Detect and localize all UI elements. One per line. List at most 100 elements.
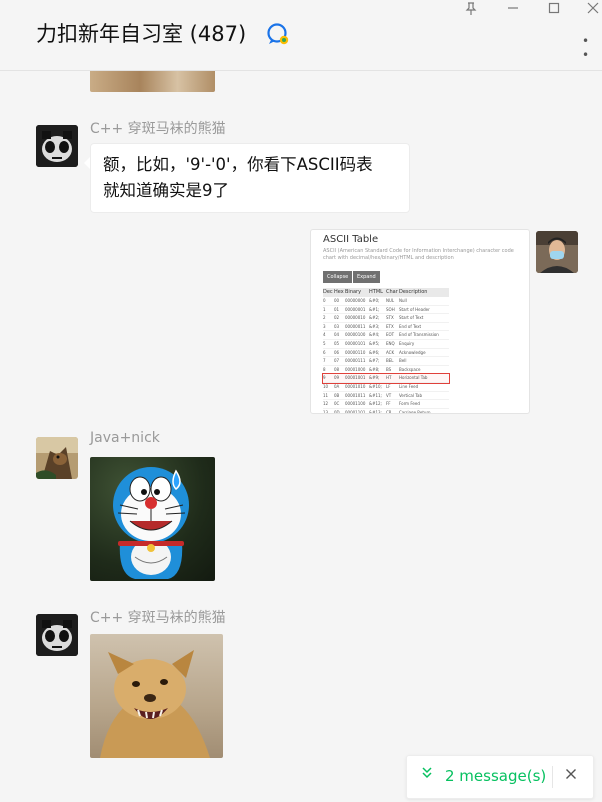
ascii-table-cell: 9 [323,375,326,381]
doraemon-sweat-sticker[interactable] [90,457,215,581]
ascii-table-cell: 0A [334,383,340,389]
ascii-table-cell: 08 [334,366,340,372]
column-header: Hex [334,289,344,295]
ascii-table-cell: 00001000 [345,366,366,372]
ascii-table-row: 2 02 00000010 &#2; STX Start of Text [323,314,449,323]
divider [552,766,553,788]
ascii-table-cell: BEL [386,358,394,364]
ascii-table-cell: &#1; [369,306,380,312]
chat-title[interactable]: 力扣新年自习室 (487) [36,18,246,48]
ascii-table-cell: FF [386,401,391,407]
ascii-table-row: 12 0C 00001100 &#12; FF Form Feed [323,400,449,409]
ascii-table-header: DecHexBinary HTML CharDescription [323,288,449,297]
my-avatar[interactable] [536,231,578,273]
ascii-table-cell: 04 [334,332,340,338]
chat-header: 力扣新年自习室 (487) • • [0,0,602,71]
ascii-table-row: 5 05 00000101 &#5; ENQ Enquiry [323,340,449,349]
message-list[interactable]: C++ 穿斑马袜的熊猫 额，比如，'9'-'0'，你看下ASCII码表 就知道确… [0,71,602,802]
ascii-table-cell: 05 [334,340,340,346]
ascii-table-cell: 00000010 [345,315,366,321]
message-text-line: 额，比如，'9'-'0'，你看下ASCII码表 [103,155,373,174]
ascii-table-cell: 0 [323,298,326,303]
ascii-table-cell: 0C [334,401,340,407]
close-icon[interactable] [565,766,577,784]
ascii-table-cell: ETX [386,323,394,329]
ascii-table-cell: CR [386,409,392,414]
ascii-table-cell: Horizontal Tab [399,375,428,381]
ascii-table-cell: 13 [323,409,329,414]
ascii-table-cell: 00000111 [345,358,366,364]
ascii-table-cell: Carriage Return [399,409,431,414]
ascii-table-cell: 0D [334,409,340,414]
message-text-line: 就知道确实是9了 [103,181,229,200]
ascii-table-cell: 00000000 [345,298,366,303]
ascii-table-cell: Bell [399,358,407,364]
sender-name: Java+nick [90,430,160,446]
ascii-table-cell: Vertical Tab [399,392,423,398]
ascii-table-cell: BS [386,366,392,372]
ascii-table-cell: Start of Text [399,315,424,321]
pin-icon[interactable] [462,2,480,20]
ascii-table-cell: 4 [323,332,326,338]
ascii-table-cell: Enquiry [399,340,415,346]
ascii-table-cell: &#0; [369,298,380,303]
ascii-table-cell: ENQ [386,340,395,346]
new-messages-count[interactable]: 2 message(s) [445,767,546,785]
sender-name: C++ 穿斑马袜的熊猫 [90,610,226,626]
ascii-table-row: 8 08 00001000 &#8; BS Backspace [323,366,449,375]
ascii-table-cell: 00000100 [345,332,366,338]
ascii-table-cell: 2 [323,315,326,321]
text-message-bubble[interactable]: 额，比如，'9'-'0'，你看下ASCII码表 就知道确实是9了 [84,143,410,213]
ascii-table-cell: Backspace [399,366,421,372]
ascii-table-cell: 00000011 [345,323,366,329]
ascii-table-row: 1 01 00000001 &#1; SOH Start of Header [323,306,449,315]
more-dots-icon[interactable]: • • [582,34,602,62]
ascii-table-cell: 11 [323,392,329,398]
close-icon[interactable] [584,2,602,20]
new-messages-notification[interactable]: 2 message(s) [406,755,594,799]
column-header: Description [399,289,428,295]
ascii-table-cell: &#4; [369,332,380,338]
ascii-table-cell: &#6; [369,349,380,355]
ascii-table: DecHexBinary HTML CharDescription 0 00 00000… [322,288,450,414]
ascii-table-cell: 00001100 [345,401,366,407]
ascii-table-cell: Acknowledge [399,349,426,355]
ascii-table-cell: 00001010 [345,383,366,389]
ascii-table-cell: 7 [323,358,326,364]
ascii-table-cell: 0B [334,392,340,398]
ascii-table-cell: 10 [323,383,329,389]
ascii-table-cell: &#10; [369,383,382,389]
ascii-table-cell: &#13; [369,409,382,414]
avatar[interactable] [36,437,78,479]
ascii-table-cell: 5 [323,340,326,346]
ascii-table-cell: &#3; [369,323,380,329]
ascii-table-row: 11 0B 00001011 &#11; VT Vertical Tab [323,392,449,401]
ascii-table-cell: &#7; [369,358,380,364]
column-header: Char [386,289,398,295]
ascii-table-cell: Null [399,298,407,303]
ascii-table-row: 9 09 00001001 &#9; HT Horizontal Tab [322,373,450,384]
double-down-arrow-icon[interactable] [421,766,433,784]
ascii-table-cell: 3 [323,323,326,329]
ascii-table-image[interactable]: ASCII Table ASCII (American Standard Cod… [310,229,530,414]
group-chat-icon[interactable] [265,21,291,47]
collapse-button: Collapse [323,271,353,283]
ascii-table-cell: Line Feed [399,383,419,389]
ascii-table-cell: HT [386,375,392,381]
maximize-icon[interactable] [545,2,563,20]
ascii-table-cell: &#2; [369,315,380,321]
column-header: Dec [323,289,333,295]
avatar[interactable] [36,614,78,656]
ascii-table-row: 7 07 00000111 &#7; BEL Bell [323,357,449,366]
previous-image[interactable] [90,71,215,92]
ascii-table-cell: 00 [334,298,340,303]
ascii-table-cell: &#9; [369,375,380,381]
minimize-icon[interactable] [504,2,522,20]
ascii-table-cell: End of Transmission [399,332,439,338]
ascii-table-cell: 8 [323,366,326,372]
ascii-table-cell: 00001011 [345,392,366,398]
avatar[interactable] [36,125,78,167]
laughing-dog-sticker[interactable] [90,634,223,758]
column-header: HTML [369,289,383,295]
ascii-table-cell: 1 [323,306,326,312]
